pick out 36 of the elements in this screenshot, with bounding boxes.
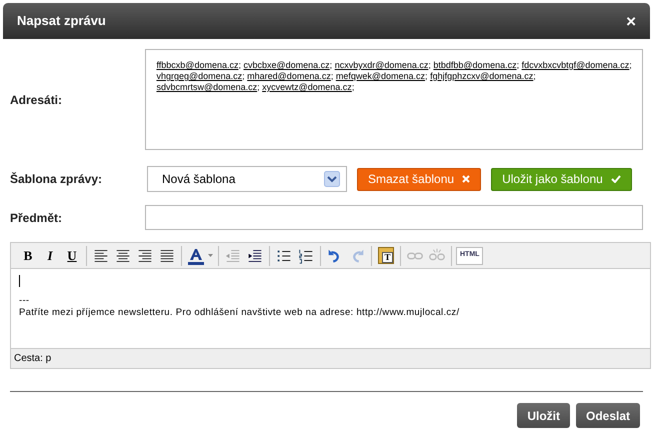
underline-button[interactable]: U [61,246,83,266]
save-button[interactable]: Uložit [517,403,570,428]
chevron-down-icon [324,171,340,187]
close-icon [462,175,470,183]
body-text: Patříte mezi příjemce newsletteru. Pro odhlášení navštivte web na adrese: http://www.mujlocal.cz/ [19,307,460,319]
field-label: Předmět: [10,210,62,224]
italic-button[interactable]: I [39,246,61,266]
field-label: Adresáti: [10,92,62,108]
send-button[interactable]: Odeslat [576,403,640,428]
caret-icon [208,254,213,257]
element-path: Cesta: p [14,352,52,366]
email-link[interactable]: xycvewtz@domena.cz [262,82,352,92]
email-link[interactable]: ncxvbyxdr@domena.cz [334,60,428,70]
email-link[interactable]: mefqwek@domena.cz [336,71,426,81]
email-link[interactable]: btbdfbb@domena.cz [433,60,517,70]
subject-field[interactable] [145,205,643,230]
bold-button[interactable]: B [17,246,39,266]
email-link[interactable]: fghjfgphzcxv@domena.cz [430,71,534,81]
email-link[interactable]: cvbcbxe@domena.cz [243,60,330,70]
text-cursor [19,275,20,287]
editor-content[interactable]: --- Patříte mezi příjemce newsletteru. Pro odhlášení navštivte web na adrese: http://www.mujlocal.cz/ [11,269,650,348]
email-link[interactable]: vhgrgeg@domena.cz [156,71,242,81]
email-link[interactable]: sdvbcmrtsw@domena.cz [156,82,258,92]
email-link[interactable]: fdcvxbxcvbtgf@domena.cz [522,60,630,70]
check-icon [610,175,621,183]
email-link[interactable]: mhared@domena.cz [247,71,331,81]
body-text: --- [19,295,30,307]
recipient-list: ffbbcxb@domena.cz; cvbcbxe@domena.cz; ncxvbyxdr@domena.cz; btbdfbb@domena.cz; fdcvxbxcvbtgf@domena.cz; vhgrgeg@domena.cz; mhared@domena.cz; mefqwek@domena.cz; fghjfgphzcxv@domena.cz; sdvbcmrtsw@domena.cz; xycvewtz@domena.cz; [156,60,632,93]
numbered-list-icon [297,246,315,264]
window-title: Napsat zprávu [17,12,106,30]
field-label: Šablona zprávy: [10,172,102,186]
recipients-field[interactable] [145,49,643,150]
email-link[interactable]: ffbbcxb@domena.cz [156,60,238,70]
template-dropdown[interactable]: Nová šablona [147,166,347,192]
text-color-icon [187,246,205,264]
close-button[interactable]: × [626,12,636,30]
